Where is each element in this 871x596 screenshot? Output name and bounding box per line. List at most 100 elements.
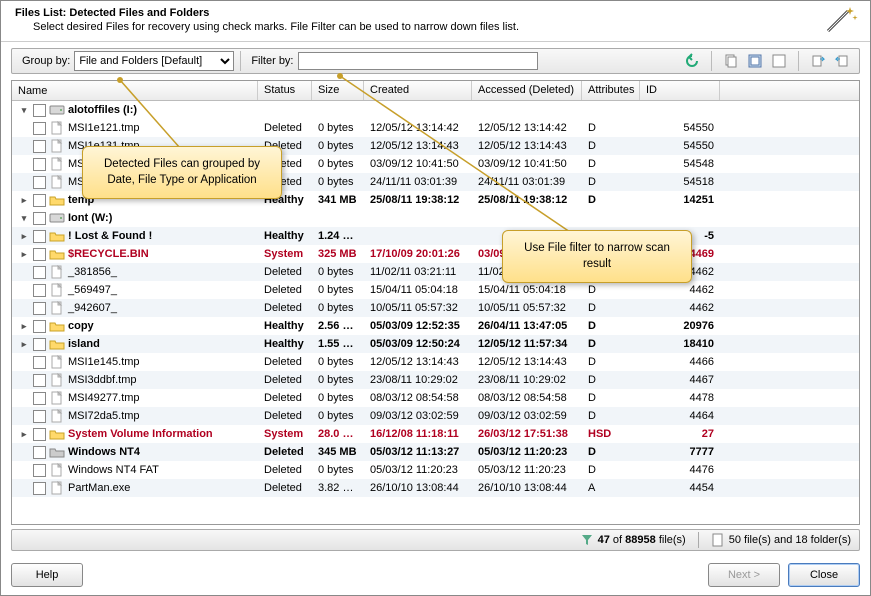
cell-size: 0 bytes xyxy=(312,175,364,189)
file-icon xyxy=(49,481,65,495)
table-row[interactable]: MSI72da5.tmpDeleted0 bytes09/03/12 03:02… xyxy=(12,407,859,425)
row-checkbox[interactable] xyxy=(33,284,46,297)
help-button[interactable]: Help xyxy=(11,563,83,587)
tree-toggle[interactable]: ▾ xyxy=(18,105,30,116)
table-row[interactable]: ▸$RECYCLE.BINSystem325 MB17/10/09 20:01:… xyxy=(12,245,859,263)
folder-icon xyxy=(49,247,65,261)
table-row[interactable]: _942607_Deleted0 bytes10/05/11 05:57:321… xyxy=(12,299,859,317)
table-row[interactable]: ▸islandHealthy1.55 MB05/03/09 12:50:2412… xyxy=(12,335,859,353)
cell-attributes xyxy=(582,217,640,219)
row-checkbox[interactable] xyxy=(33,428,46,441)
cell-id: 18410 xyxy=(640,337,720,351)
cell-status: Deleted xyxy=(258,373,312,387)
row-checkbox[interactable] xyxy=(33,212,46,225)
table-row[interactable]: PartMan.exeDeleted3.82 MB26/10/10 13:08:… xyxy=(12,479,859,497)
tree-toggle[interactable]: ▾ xyxy=(18,213,30,224)
export-button[interactable] xyxy=(807,51,829,71)
row-checkbox[interactable] xyxy=(33,230,46,243)
col-attributes[interactable]: Attributes xyxy=(582,81,640,100)
row-checkbox[interactable] xyxy=(33,158,46,171)
cell-attributes: D xyxy=(582,355,640,369)
cell-created: 26/10/10 13:08:44 xyxy=(364,481,472,495)
col-id[interactable]: ID xyxy=(640,81,720,100)
col-name[interactable]: Name xyxy=(12,81,258,100)
drive-icon xyxy=(49,103,65,117)
table-row[interactable]: ▸System Volume InformationSystem28.0 KB1… xyxy=(12,425,859,443)
group-by-select[interactable]: File and Folders [Default] xyxy=(74,51,234,71)
deselect-button[interactable] xyxy=(768,51,790,71)
table-row[interactable]: MSI1e121.tmpDeleted0 bytes12/05/12 13:14… xyxy=(12,119,859,137)
row-checkbox[interactable] xyxy=(33,410,46,423)
table-row[interactable]: ▸copyHealthy2.56 GB05/03/09 12:52:3526/0… xyxy=(12,317,859,335)
table-row[interactable]: ▾alotoffiles (I:) xyxy=(12,101,859,119)
file-name: _942607_ xyxy=(68,302,117,314)
cell-attributes: D xyxy=(582,445,640,459)
row-checkbox[interactable] xyxy=(33,392,46,405)
row-checkbox[interactable] xyxy=(33,140,46,153)
row-checkbox[interactable] xyxy=(33,356,46,369)
row-checkbox[interactable] xyxy=(33,248,46,261)
cell-created: 05/03/09 12:52:35 xyxy=(364,319,472,333)
col-created[interactable]: Created xyxy=(364,81,472,100)
table-row[interactable]: ▾Iont (W:) xyxy=(12,209,859,227)
cell-size: 28.0 KB xyxy=(312,427,364,441)
row-checkbox[interactable] xyxy=(33,104,46,117)
cell-accessed xyxy=(472,217,582,219)
table-row[interactable]: _569497_Deleted0 bytes15/04/11 05:04:181… xyxy=(12,281,859,299)
callout-group-by: Detected Files can grouped by Date, File… xyxy=(82,146,282,199)
table-row[interactable]: Windows NT4Deleted345 MB05/03/12 11:13:2… xyxy=(12,443,859,461)
refresh-button[interactable] xyxy=(681,51,703,71)
row-checkbox[interactable] xyxy=(33,464,46,477)
table-row[interactable]: _381856_Deleted0 bytes11/02/11 03:21:111… xyxy=(12,263,859,281)
tree-toggle[interactable]: ▸ xyxy=(18,339,30,350)
cell-attributes: D xyxy=(582,373,640,387)
cell-accessed: 10/05/11 05:57:32 xyxy=(472,301,582,315)
col-status[interactable]: Status xyxy=(258,81,312,100)
cell-created: 05/03/12 11:20:23 xyxy=(364,463,472,477)
row-checkbox[interactable] xyxy=(33,266,46,279)
cell-created: 09/03/12 03:02:59 xyxy=(364,409,472,423)
tree-toggle[interactable]: ▸ xyxy=(18,195,30,206)
row-checkbox[interactable] xyxy=(33,320,46,333)
file-icon xyxy=(49,301,65,315)
file-name: PartMan.exe xyxy=(68,482,130,494)
select-all-button[interactable] xyxy=(744,51,766,71)
next-button[interactable]: Next > xyxy=(708,563,780,587)
table-row[interactable]: ▸! Lost & Found !Healthy1.24 MB-5 xyxy=(12,227,859,245)
tree-toggle[interactable]: ▸ xyxy=(18,231,30,242)
cell-id: 4467 xyxy=(640,373,720,387)
tree-toggle[interactable]: ▸ xyxy=(18,429,30,440)
table-row[interactable]: Windows NT4 FATDeleted0 bytes05/03/12 11… xyxy=(12,461,859,479)
close-button[interactable]: Close xyxy=(788,563,860,587)
cell-attributes: D xyxy=(582,139,640,153)
filter-input[interactable] xyxy=(298,52,538,70)
cell-attributes: D xyxy=(582,319,640,333)
cell-attributes: D xyxy=(582,463,640,477)
tree-toggle[interactable]: ▸ xyxy=(18,249,30,260)
row-checkbox[interactable] xyxy=(33,302,46,315)
row-checkbox[interactable] xyxy=(33,176,46,189)
table-row[interactable]: MSI49277.tmpDeleted0 bytes08/03/12 08:54… xyxy=(12,389,859,407)
col-size[interactable]: Size xyxy=(312,81,364,100)
cell-status: Deleted xyxy=(258,445,312,459)
row-checkbox[interactable] xyxy=(33,122,46,135)
row-checkbox[interactable] xyxy=(33,194,46,207)
table-row[interactable]: MSI1e145.tmpDeleted0 bytes12/05/12 13:14… xyxy=(12,353,859,371)
col-accessed[interactable]: Accessed (Deleted) xyxy=(472,81,582,100)
row-checkbox[interactable] xyxy=(33,338,46,351)
cell-created: 03/09/12 10:41:50 xyxy=(364,157,472,171)
table-row[interactable]: MSI3ddbf.tmpDeleted0 bytes23/08/11 10:29… xyxy=(12,371,859,389)
callout-filter: Use File filter to narrow scan result xyxy=(502,230,692,283)
cell-id: 54518 xyxy=(640,175,720,189)
tree-toggle[interactable]: ▸ xyxy=(18,321,30,332)
row-checkbox[interactable] xyxy=(33,482,46,495)
cell-id: 4462 xyxy=(640,301,720,315)
cell-created: 25/08/11 19:38:12 xyxy=(364,193,472,207)
row-checkbox[interactable] xyxy=(33,374,46,387)
copy-button[interactable] xyxy=(720,51,742,71)
folder-icon xyxy=(49,193,65,207)
row-checkbox[interactable] xyxy=(33,446,46,459)
import-button[interactable] xyxy=(831,51,853,71)
file-name: ! Lost & Found ! xyxy=(68,230,152,242)
total-count: 88958 xyxy=(625,534,656,546)
